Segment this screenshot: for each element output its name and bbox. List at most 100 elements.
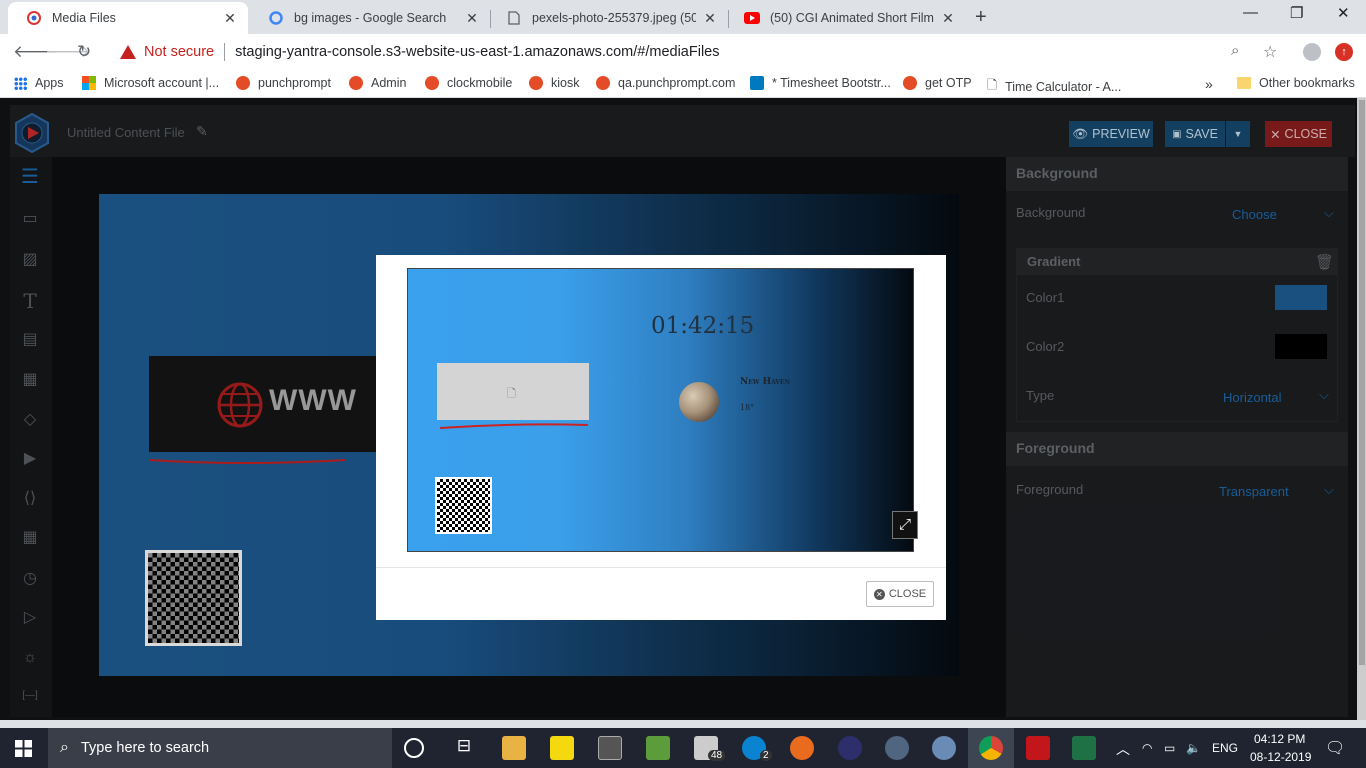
excel-icon[interactable] <box>1072 736 1096 760</box>
taskbar-search-box[interactable]: ⌕ Type here to search <box>48 728 392 768</box>
security-label: Not secure <box>144 44 215 60</box>
file-icon <box>506 10 522 26</box>
bookmark-get-otp[interactable]: get OTP <box>903 76 972 90</box>
maximize-button[interactable]: ❐ <box>1290 4 1303 22</box>
tab-close-icon[interactable]: ✕ <box>702 10 718 27</box>
omnibox-separator <box>224 43 226 61</box>
bookmark-favicon-icon <box>529 76 543 90</box>
firefox-icon[interactable] <box>790 736 814 760</box>
youtube-icon <box>744 10 760 26</box>
file-explorer-icon[interactable] <box>502 736 526 760</box>
apps-grid-icon <box>14 76 27 90</box>
minimize-button[interactable]: — <box>1243 4 1258 21</box>
search-icon: ⌕ <box>60 739 69 756</box>
bookmark-qa[interactable]: qa.punchprompt.com <box>596 76 735 90</box>
browser-tab-strip: Media Files ✕ bg images - Google Search … <box>0 0 1366 34</box>
bookmark-label: Other bookmarks <box>1259 76 1355 90</box>
app-favicon-icon <box>26 10 42 26</box>
bookmark-label: Admin <box>371 76 407 90</box>
bookmark-label: * Timesheet Bootstr... <box>772 76 891 90</box>
vpn-app-icon[interactable] <box>885 736 909 760</box>
cortana-icon[interactable] <box>404 738 424 758</box>
bookmark-label: clockmobile <box>447 76 513 90</box>
tab-pexels-image[interactable]: pexels-photo-255379.jpeg (500× ✕ <box>488 2 728 34</box>
image-placeholder: 🗋 <box>437 363 589 420</box>
tab-close-icon[interactable]: ✕ <box>464 10 480 27</box>
new-tab-button[interactable]: + <box>975 6 987 29</box>
window-close-button[interactable]: ✕ <box>1337 4 1350 22</box>
bookmark-clockmobile[interactable]: clockmobile <box>425 76 512 90</box>
tab-youtube[interactable]: (50) CGI Animated Short Film: "W ✕ <box>726 2 966 34</box>
bookmark-label: punchprompt <box>258 76 331 90</box>
battery-icon[interactable]: ▭ <box>1164 741 1175 755</box>
clock-time[interactable]: 04:12 PM <box>1254 732 1305 746</box>
bookmark-apps[interactable]: Apps <box>14 76 64 90</box>
broken-image-icon: 🗋 <box>507 388 516 400</box>
modal-close-button[interactable]: ✕ CLOSE <box>866 581 934 607</box>
qr-code-widget <box>435 477 492 534</box>
trello-icon <box>750 76 764 90</box>
chrome-taskbar-active[interactable] <box>968 728 1014 768</box>
address-bar[interactable]: Not secure staging-yantra-console.s3-web… <box>110 37 1260 67</box>
browser-toolbar: 🡐 🡒 ↻ Not secure staging-yantra-console.… <box>0 34 1366 71</box>
language-indicator[interactable]: ENG <box>1212 741 1238 755</box>
bookmark-favicon-icon <box>903 76 917 90</box>
bookmark-kiosk[interactable]: kiosk <box>529 76 579 90</box>
weather-temperature: 18° <box>740 403 755 412</box>
weather-planet-icon <box>679 382 719 422</box>
url-text[interactable]: staging-yantra-console.s3-website-us-eas… <box>235 44 719 60</box>
bookmark-favicon-icon <box>349 76 363 90</box>
bookmark-star-icon[interactable]: ☆ <box>1263 42 1277 62</box>
google-icon <box>268 10 284 26</box>
update-icon[interactable]: ↑ <box>1335 43 1353 61</box>
bookmark-admin[interactable]: Admin <box>349 76 406 90</box>
tab-google-search[interactable]: bg images - Google Search ✕ <box>250 2 490 34</box>
spreadsheet-app-icon[interactable] <box>646 736 670 760</box>
windows-start-icon[interactable] <box>15 740 32 757</box>
tab-close-icon[interactable]: ✕ <box>222 10 238 27</box>
weather-place: New Haven <box>740 377 791 387</box>
bookmark-punchprompt[interactable]: punchprompt <box>236 76 331 90</box>
modal-divider <box>376 567 946 568</box>
calculator-icon[interactable] <box>598 736 622 760</box>
warning-icon <box>120 45 136 59</box>
sticky-notes-icon[interactable] <box>550 736 574 760</box>
tab-close-icon[interactable]: ✕ <box>940 10 956 27</box>
clock-date[interactable]: 08-12-2019 <box>1250 750 1311 764</box>
modal-close-label: CLOSE <box>888 588 927 600</box>
network-icon[interactable]: ◠ <box>1142 741 1152 755</box>
bookmark-label: qa.punchprompt.com <box>618 76 736 90</box>
show-hidden-icons-icon[interactable]: ︿ <box>1116 739 1130 759</box>
bookmark-favicon-icon <box>596 76 610 90</box>
microsoft-icon <box>82 76 96 90</box>
tab-title: bg images - Google Search <box>294 11 447 25</box>
bookmark-microsoft[interactable]: Microsoft account |... <box>82 76 219 90</box>
volume-icon[interactable]: 🔈 <box>1186 741 1201 755</box>
clock-text: 01:42:15 <box>651 313 755 339</box>
bookmark-timesheet[interactable]: * Timesheet Bootstr... <box>750 76 891 90</box>
tab-title: (50) CGI Animated Short Film: "W <box>770 11 934 25</box>
close-circle-icon: ✕ <box>873 588 885 600</box>
acrobat-icon[interactable] <box>1026 736 1050 760</box>
bookmark-time-calculator[interactable]: 🗋 Time Calculator - A... <box>987 76 1121 97</box>
bookmarks-more-button[interactable]: » <box>1205 76 1213 92</box>
preview-canvas: 01:42:15 🗋 New Haven 18° <box>407 268 914 552</box>
file-icon: 🗋 <box>987 78 998 92</box>
task-view-icon[interactable]: ⊟ <box>452 736 476 760</box>
tab-title: pexels-photo-255379.jpeg (500× <box>532 11 696 25</box>
fullscreen-expand-icon[interactable]: ⤢ <box>892 511 918 539</box>
profile-avatar[interactable] <box>1303 43 1321 61</box>
reload-icon[interactable]: ↻ <box>77 42 91 62</box>
bookmark-label: Microsoft account |... <box>104 76 220 90</box>
red-underline-decoration <box>439 423 589 429</box>
other-bookmarks[interactable]: Other bookmarks <box>1237 76 1355 90</box>
chrome-icon <box>979 736 1003 760</box>
tab-media-files[interactable]: Media Files ✕ <box>8 2 248 34</box>
app-icon[interactable] <box>932 736 956 760</box>
zoom-search-icon[interactable]: ⌕ <box>1231 42 1239 59</box>
bookmark-favicon-icon <box>425 76 439 90</box>
notifications-icon[interactable]: 🗨 <box>1325 738 1345 758</box>
bookmarks-bar: Apps Microsoft account |... punchprompt … <box>0 71 1366 98</box>
eclipse-icon[interactable] <box>838 736 862 760</box>
preview-modal: 01:42:15 🗋 New Haven 18° ⤢ ✕ CLOSE <box>376 255 946 620</box>
